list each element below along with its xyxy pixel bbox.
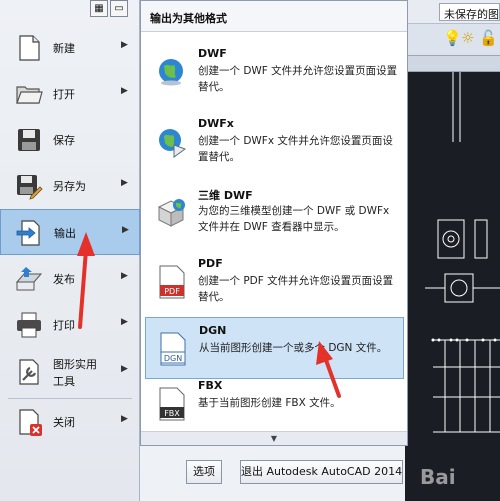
menu-item-publish[interactable]: 发布 ▶ xyxy=(0,256,140,302)
menu-item-drawing-utilities[interactable]: 图形实用 工具 ▶ xyxy=(0,349,140,395)
drawing-utilities-icon xyxy=(19,359,39,385)
quick-access-icons: ▦ ▭ xyxy=(88,0,132,20)
chevron-down-icon: ▼ xyxy=(270,434,278,443)
dgn-badge: DGN xyxy=(164,354,182,363)
option-description: 从当前图形创建一个或多个 DGN 文件。 xyxy=(199,342,388,354)
cad-title-strip: 未保存的图 xyxy=(405,0,500,24)
option-name: FBX xyxy=(198,379,223,392)
menu-item-save-as[interactable]: 另存为 ▶ xyxy=(0,163,140,209)
svg-text:Bai: Bai xyxy=(420,465,456,489)
menu-item-print[interactable]: 打印 ▶ xyxy=(0,302,140,348)
menu-item-close[interactable]: 关闭 ▶ xyxy=(0,399,140,445)
cad-drawing xyxy=(425,72,500,433)
menu-bottom-bar: 选项 退出 Autodesk AutoCAD 2014 xyxy=(140,446,405,501)
chevron-right-icon: ▶ xyxy=(121,40,128,50)
chevron-right-icon: ▶ xyxy=(121,178,128,188)
chevron-right-icon: ▶ xyxy=(121,414,128,424)
exit-autocad-button[interactable]: 退出 Autodesk AutoCAD 2014 xyxy=(240,460,403,484)
fbx-file-icon: FBX xyxy=(159,387,185,421)
menu-item-label: 另存为 xyxy=(53,180,86,193)
autocad-background-window: 未保存的图 💡 ☼ 🔓 xyxy=(405,0,500,501)
close-drawing-icon xyxy=(19,409,42,436)
option-description: 为您的三维模型创建一个 DWF 或 DWFx 文件并在 DWF 查看器中显示。 xyxy=(198,205,390,233)
menu-item-new[interactable]: 新建 ▶ xyxy=(0,25,140,71)
watermark-logo: Bai xyxy=(420,465,456,489)
menu-item-label: 新建 xyxy=(53,42,75,55)
export-option-dwf[interactable]: DWF 创建一个 DWF 文件并允许您设置页面设置替代。 xyxy=(145,41,404,103)
menu-item-label: 发布 xyxy=(53,273,75,286)
menu-item-label: 保存 xyxy=(53,134,75,147)
chevron-right-icon: ▶ xyxy=(122,225,129,235)
folder-icon[interactable]: ▭ xyxy=(110,0,128,17)
option-description: 创建一个 PDF 文件并允许您设置页面设置替代。 xyxy=(198,275,394,303)
3d-cube-globe-icon xyxy=(157,199,185,227)
menu-item-save[interactable]: 保存 xyxy=(0,117,140,163)
panel-title: 输出为其他格式 xyxy=(141,1,407,32)
export-option-fbx[interactable]: FBX FBX 基于当前图形创建 FBX 文件。 xyxy=(145,373,404,435)
lock-icon[interactable]: 🔓 xyxy=(479,29,498,47)
option-name: 三维 DWF xyxy=(198,189,253,202)
menu-item-label: 输出 xyxy=(54,227,76,240)
menu-item-open[interactable]: 打开 ▶ xyxy=(0,71,140,117)
pdf-badge: PDF xyxy=(164,287,180,296)
export-option-pdf[interactable]: PDF PDF 创建一个 PDF 文件并允许您设置页面设置替代。 xyxy=(145,251,404,313)
drawing-canvas[interactable] xyxy=(405,72,500,501)
option-name: DWFx xyxy=(198,117,234,130)
dgn-file-icon: DGN xyxy=(160,332,186,366)
sun-icon[interactable]: ☼ xyxy=(461,29,474,47)
scroll-down-button[interactable]: ▼ xyxy=(141,431,407,445)
new-document-icon xyxy=(19,35,40,61)
globe-export-icon xyxy=(159,129,187,158)
menu-item-label: 关闭 xyxy=(53,416,75,429)
cad-ribbon-label xyxy=(405,56,500,72)
export-option-dwfx[interactable]: DWFx 创建一个 DWFx 文件并允许您设置页面设置替代。 xyxy=(145,111,404,173)
save-as-icon xyxy=(17,175,43,200)
publish-icon xyxy=(15,267,43,291)
globe-icon xyxy=(159,59,183,86)
menu-item-label: 打开 xyxy=(53,88,75,101)
cad-ribbon-icons: 💡 ☼ 🔓 xyxy=(405,24,500,56)
open-folder-icon xyxy=(16,86,43,104)
save-disk-icon xyxy=(18,129,40,151)
option-description: 创建一个 DWF 文件并允许您设置页面设置替代。 xyxy=(198,65,398,93)
export-option-dgn[interactable]: DGN DGN 从当前图形创建一个或多个 DGN 文件。 xyxy=(145,317,404,379)
chevron-right-icon: ▶ xyxy=(121,364,128,374)
fbx-badge: FBX xyxy=(164,409,180,418)
menu-item-label-line2: 工具 xyxy=(53,375,75,388)
chevron-right-icon: ▶ xyxy=(121,271,128,281)
menu-item-export[interactable]: 输出 ▶ xyxy=(0,209,140,255)
menu-item-label-line1: 图形实用 xyxy=(53,358,97,371)
cad-layer-field[interactable]: 未保存的图 xyxy=(439,3,500,21)
export-option-3d-dwf[interactable]: 三维 DWF 为您的三维模型创建一个 DWF 或 DWFx 文件并在 DWF 查… xyxy=(145,181,404,243)
option-name: DWF xyxy=(198,47,227,60)
option-description: 基于当前图形创建 FBX 文件。 xyxy=(198,397,341,409)
chevron-right-icon: ▶ xyxy=(121,317,128,327)
option-name: DGN xyxy=(199,324,227,337)
option-description: 创建一个 DWFx 文件并允许您设置页面设置替代。 xyxy=(198,135,393,163)
printer-icon xyxy=(17,312,41,338)
export-icon xyxy=(16,220,40,246)
menu-item-label: 打印 xyxy=(53,319,75,332)
grid-icon[interactable]: ▦ xyxy=(90,0,108,17)
option-name: PDF xyxy=(198,257,223,270)
chevron-right-icon: ▶ xyxy=(121,86,128,96)
pdf-file-icon: PDF xyxy=(159,265,185,299)
lightbulb-icon[interactable]: 💡 xyxy=(443,29,462,47)
options-button[interactable]: 选项 xyxy=(186,460,222,484)
export-submenu-panel: 输出为其他格式 DWF 创建一个 DWF 文件并允许您设置页面设置替代。 DWF… xyxy=(140,0,408,446)
application-menu: ▦ ▭ 新建 ▶ 打开 ▶ 保存 另存为 ▶ 输出 ▶ 发布 ▶ 打印 ▶ 图形… xyxy=(0,0,140,501)
